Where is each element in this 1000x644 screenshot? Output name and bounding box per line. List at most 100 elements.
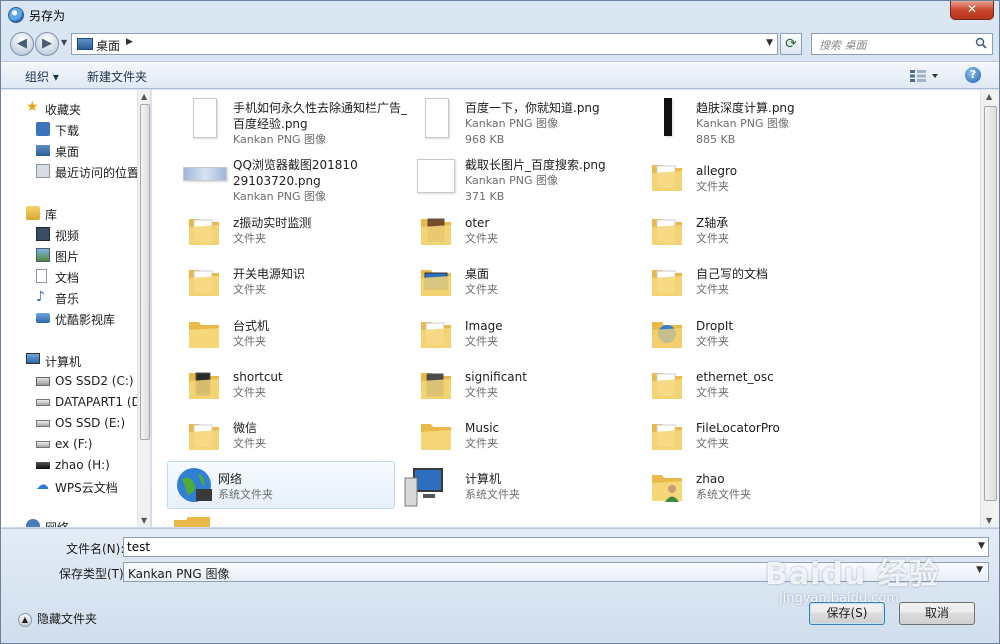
folder-name: 开关电源知识	[233, 267, 306, 281]
folder-item[interactable]: 开关电源知识 文件夹	[167, 256, 395, 308]
file-item[interactable]: 趋肤深度计算.png Kankan PNG 图像 885 KB	[630, 94, 858, 150]
nav-item-music[interactable]: ♪ 音乐	[1, 287, 139, 307]
cancel-button[interactable]: 取消	[899, 602, 975, 625]
search-input[interactable]: 搜索 桌面	[819, 37, 867, 53]
search-box[interactable]: 搜索 桌面	[811, 33, 993, 55]
drive-icon	[36, 399, 50, 406]
address-dropdown-icon[interactable]: ▼	[766, 38, 773, 48]
nav-item-label: 下载	[55, 124, 80, 138]
nav-item-drive-d[interactable]: DATAPART1 (D:	[1, 392, 145, 412]
forward-button[interactable]: ▶	[35, 32, 59, 56]
nav-item-downloads[interactable]: 下载	[1, 119, 139, 139]
folder-item[interactable]: Z轴承 文件夹	[630, 205, 858, 257]
nav-item-drive-h[interactable]: zhao (H:)	[1, 455, 139, 475]
address-bar[interactable]: 桌面 ▶ ▼	[71, 33, 778, 55]
close-button[interactable]: ✕	[950, 1, 994, 20]
chevron-up-icon: ▲	[18, 612, 32, 627]
scrollbar-thumb[interactable]	[140, 104, 150, 440]
nav-item-documents[interactable]: 文档	[1, 266, 139, 286]
folder-icon	[189, 270, 219, 296]
folder-item[interactable]: allegro 文件夹	[630, 151, 858, 203]
filetype-selected-value: Kankan PNG 图像	[128, 567, 230, 581]
folder-icon	[189, 219, 219, 245]
file-type: Kankan PNG 图像	[233, 133, 327, 146]
navigation-bar: ◀ ▶ ▼ 桌面 ▶ ▼ ⟳ 搜索 桌面	[1, 29, 999, 59]
file-pane-scrollbar[interactable]: ▲ ▼	[980, 90, 999, 527]
folder-icon	[189, 322, 219, 348]
folder-type: 文件夹	[465, 335, 498, 348]
scroll-down-arrow-icon[interactable]: ▼	[141, 516, 147, 525]
folder-name: 自己写的文档	[696, 267, 769, 281]
scroll-up-arrow-icon[interactable]: ▲	[141, 92, 147, 101]
folder-item[interactable]: shortcut 文件夹	[167, 359, 395, 411]
nav-computer[interactable]: 计算机	[1, 350, 139, 370]
scroll-up-arrow-icon[interactable]: ▲	[986, 92, 992, 101]
nav-item-drive-c[interactable]: OS SSD2 (C:)	[1, 371, 139, 391]
folder-item[interactable]: 微信 文件夹	[167, 410, 395, 462]
cloud-icon: ☁	[36, 478, 49, 493]
view-options-icon[interactable]	[909, 69, 939, 83]
folder-item[interactable]: 桌面 文件夹	[399, 256, 627, 308]
recent-pages-dropdown-icon[interactable]: ▼	[61, 38, 67, 47]
nav-item-videos[interactable]: 视频	[1, 224, 139, 244]
folder-item[interactable]: 台式机 文件夹	[167, 308, 395, 360]
file-item[interactable]: 截取长图片_百度搜索.png Kankan PNG 图像 371 KB	[399, 151, 627, 207]
folder-item[interactable]: DropIt 文件夹	[630, 308, 858, 360]
user-folder-icon	[652, 475, 682, 502]
file-item[interactable]: QQ浏览器截图20181029103720.png Kankan PNG 图像	[167, 151, 395, 207]
chevron-down-icon: ▼	[976, 565, 983, 575]
folder-icon	[174, 517, 210, 527]
organize-menu[interactable]: 组织 ▾	[25, 68, 59, 85]
folder-item[interactable]: significant 文件夹	[399, 359, 627, 411]
nav-favorites[interactable]: ★ 收藏夹	[1, 98, 139, 118]
scrollbar-thumb[interactable]	[984, 106, 997, 501]
baidu-watermark: Baidu 经验	[765, 557, 940, 592]
folder-item[interactable]: z振动实时监测 文件夹	[167, 205, 395, 257]
hide-folders-toggle[interactable]: ▲ 隐藏文件夹	[18, 610, 97, 627]
scroll-down-arrow-icon[interactable]: ▼	[986, 516, 992, 525]
nav-item-youku-library[interactable]: 优酷影视库	[1, 308, 139, 328]
nav-item-label: 文档	[55, 271, 80, 285]
file-item[interactable]: 手机如何永久性去除通知栏广告_百度经验.png Kankan PNG 图像	[167, 94, 407, 150]
folder-type: 文件夹	[696, 283, 729, 296]
new-folder-button[interactable]: 新建文件夹	[87, 68, 147, 85]
nav-libraries[interactable]: 库	[1, 203, 139, 223]
folder-icon	[189, 372, 219, 399]
folder-item[interactable]: FileLocatorPro 文件夹	[630, 410, 858, 462]
help-icon[interactable]: ?	[965, 67, 981, 83]
back-button[interactable]: ◀	[10, 32, 34, 56]
folder-icon	[652, 424, 682, 450]
folder-item[interactable]: 自己写的文档 文件夹	[630, 256, 858, 308]
nav-item-desktop[interactable]: 桌面	[1, 140, 139, 160]
nav-computer-label: 计算机	[45, 355, 82, 369]
file-item[interactable]: 百度一下，你就知道.png Kankan PNG 图像 968 KB	[399, 94, 627, 150]
file-type: Kankan PNG 图像	[465, 117, 559, 130]
nav-item-pictures[interactable]: 图片	[1, 245, 139, 265]
filename-dropdown-icon[interactable]: ▼	[978, 541, 994, 551]
nav-item-wps-cloud[interactable]: ☁ WPS云文档	[1, 476, 139, 496]
nav-item-recent-places[interactable]: 最近访问的位置	[1, 161, 139, 181]
refresh-button[interactable]: ⟳	[780, 33, 802, 55]
nav-item-drive-f[interactable]: ex (F:)	[1, 434, 139, 454]
folder-item-selected[interactable]: 网络 系统文件夹	[167, 461, 395, 509]
nav-pane-scrollbar[interactable]: ▲ ▼	[137, 90, 150, 527]
nav-item-drive-e[interactable]: OS SSD (E:)	[1, 413, 139, 433]
address-location[interactable]: 桌面	[96, 37, 120, 54]
nav-network[interactable]: 网络	[1, 516, 139, 527]
document-icon	[36, 269, 47, 283]
folder-item[interactable]: Music 文件夹	[399, 410, 627, 462]
folder-item[interactable]: zhao 系统文件夹	[630, 461, 858, 513]
folder-item[interactable]: Image 文件夹	[399, 308, 627, 360]
breadcrumb-chevron-icon[interactable]: ▶	[126, 37, 133, 47]
folder-item[interactable]: ethernet_osc 文件夹	[630, 359, 858, 411]
navigation-pane: ★ 收藏夹 下载 桌面 最近访问的位置 库 视频 图片 文档 ♪ 音乐 优酷影视…	[1, 90, 151, 527]
command-toolbar: 组织 ▾ 新建文件夹 ?	[1, 61, 999, 89]
folder-item[interactable]: 计算机 系统文件夹	[399, 461, 627, 513]
title-bar[interactable]: 另存为 ✕	[1, 1, 999, 29]
folder-type: 文件夹	[233, 283, 266, 296]
folder-type: 文件夹	[233, 232, 266, 245]
folder-icon	[421, 424, 451, 450]
folder-name: z振动实时监测	[233, 216, 312, 230]
folder-item[interactable]: oter 文件夹	[399, 205, 627, 257]
search-icon[interactable]	[975, 37, 987, 49]
